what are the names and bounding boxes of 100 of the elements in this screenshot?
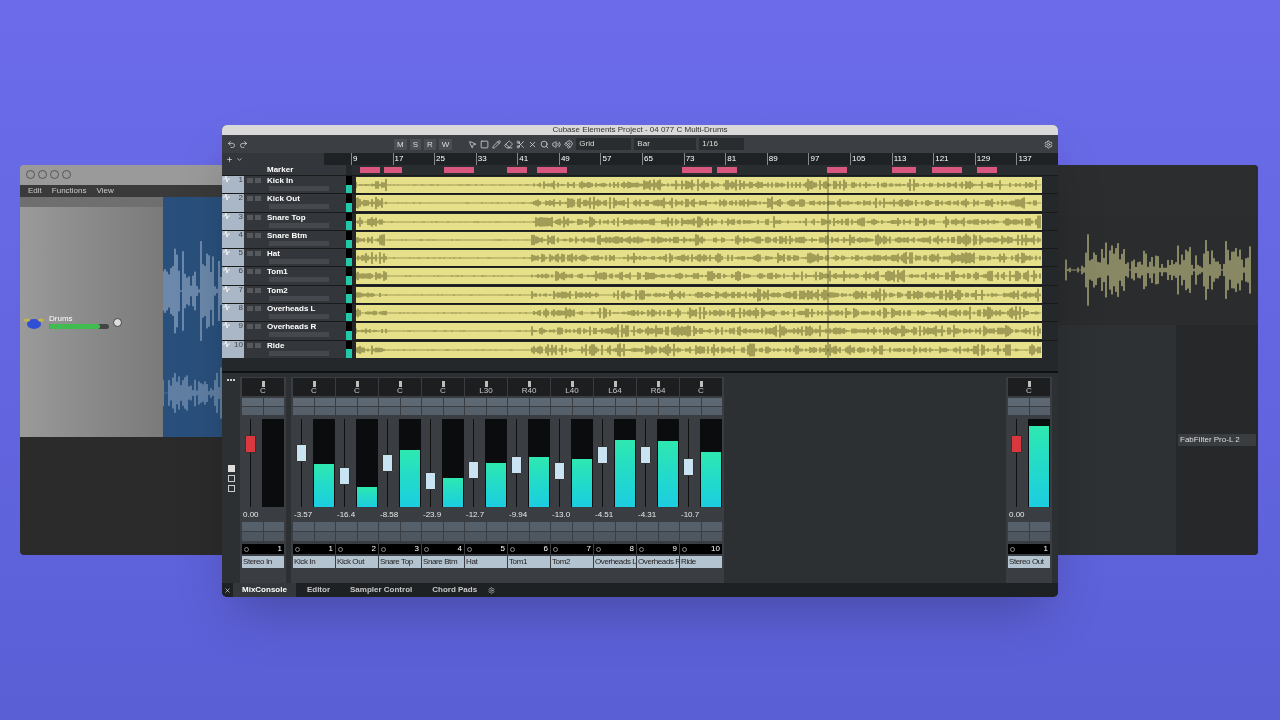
pan-control[interactable]: L40 [551,378,593,396]
background-window[interactable]: Edit Functions View Drums [20,165,222,555]
marker-flag[interactable] [507,167,527,173]
audio-event[interactable] [356,195,1042,212]
pan-control[interactable]: R64 [637,378,679,396]
record-button[interactable] [400,532,421,541]
mixer-faders[interactable] [1058,325,1176,555]
record-button[interactable] [263,532,284,541]
record-button[interactable] [701,532,722,541]
channel-name[interactable]: Hat [465,556,507,568]
read-button[interactable] [242,522,263,531]
mode-button[interactable]: S [409,138,421,150]
record-button[interactable] [572,532,593,541]
solo-button[interactable] [443,398,464,406]
read-button[interactable] [551,522,572,531]
pencil-icon[interactable] [492,139,502,149]
mute-button[interactable] [637,398,658,406]
audio-event[interactable] [356,286,1042,303]
redo-icon[interactable] [239,139,248,149]
solo-button[interactable] [658,398,679,406]
monitor-button[interactable] [508,532,529,541]
audio-event[interactable] [356,213,1042,230]
mute-button[interactable] [247,178,253,183]
marker-flag[interactable] [682,167,712,173]
pan-control[interactable]: C [293,378,335,396]
marker-flag[interactable] [384,167,402,173]
solo-button[interactable] [255,251,261,257]
channel-name[interactable]: Overheads L [594,556,636,568]
write-button[interactable] [263,522,284,531]
mute-button[interactable] [551,398,572,406]
marker-flag[interactable] [717,167,737,173]
fader-handle[interactable] [640,445,651,464]
listen-button[interactable] [422,407,443,415]
fader-handle[interactable] [597,446,608,465]
read-button[interactable] [594,522,615,531]
edit-button[interactable] [701,407,722,415]
write-button[interactable] [701,522,722,531]
solo-button[interactable] [255,324,261,330]
fader-handle[interactable] [683,457,694,476]
edit-button[interactable] [658,407,679,415]
solo-button[interactable] [255,178,261,183]
monitor-button[interactable] [336,532,357,541]
solo-button[interactable] [255,232,261,238]
monitor-button[interactable] [680,532,701,541]
mode-button[interactable]: R [424,138,436,150]
range-icon[interactable] [480,139,490,149]
mute-button[interactable] [594,398,615,406]
pan-control[interactable]: C [242,378,284,396]
speaker-icon[interactable] [552,139,562,149]
zone-tab[interactable]: Editor [297,583,339,597]
solo-button[interactable] [615,398,636,406]
listen-button[interactable] [465,407,486,415]
read-button[interactable] [465,522,486,531]
solo-button[interactable] [255,269,261,275]
marker-flag[interactable] [360,167,380,173]
write-button[interactable] [658,522,679,531]
pan-control[interactable]: C [1008,378,1050,396]
channel-name[interactable]: Tom2 [551,556,593,568]
audio-event[interactable] [356,323,1042,340]
monitor-button[interactable] [551,532,572,541]
mute-button[interactable] [1008,398,1029,406]
chevron-icon[interactable] [236,155,243,163]
mute-button[interactable] [247,214,253,220]
solo-button[interactable] [357,398,378,406]
mute-button[interactable] [465,398,486,406]
edit-button[interactable] [1029,407,1050,415]
write-button[interactable] [529,522,550,531]
snap-mode-dropdown[interactable]: Grid [576,138,632,150]
solo-button[interactable] [400,398,421,406]
listen-button[interactable] [594,407,615,415]
listen-button[interactable] [680,407,701,415]
edit-button[interactable] [486,407,507,415]
write-button[interactable] [486,522,507,531]
fader-handle[interactable] [382,453,393,472]
fader-handle[interactable] [296,444,307,463]
edit-button[interactable] [572,407,593,415]
pan-control[interactable]: R40 [508,378,550,396]
pan-control[interactable]: L30 [465,378,507,396]
mute-button[interactable] [247,342,253,348]
monitor-button[interactable] [465,532,486,541]
pointer-icon[interactable] [468,139,478,149]
mute-button[interactable] [247,269,253,275]
read-button[interactable] [379,522,400,531]
zoom-icon[interactable] [540,139,550,149]
channel-name[interactable]: Ride [680,556,722,568]
record-button[interactable] [443,532,464,541]
read-button[interactable] [508,522,529,531]
record-button[interactable] [1029,532,1050,541]
record-button[interactable] [615,532,636,541]
read-button[interactable] [336,522,357,531]
channel-name[interactable]: Tom1 [508,556,550,568]
pan-control[interactable]: C [379,378,421,396]
solo-button[interactable] [255,306,261,312]
record-button[interactable] [314,532,335,541]
fader-handle[interactable] [339,466,350,485]
edit-button[interactable] [615,407,636,415]
solo-button[interactable] [701,398,722,406]
read-button[interactable] [422,522,443,531]
listen-button[interactable] [293,407,314,415]
record-button[interactable] [357,532,378,541]
